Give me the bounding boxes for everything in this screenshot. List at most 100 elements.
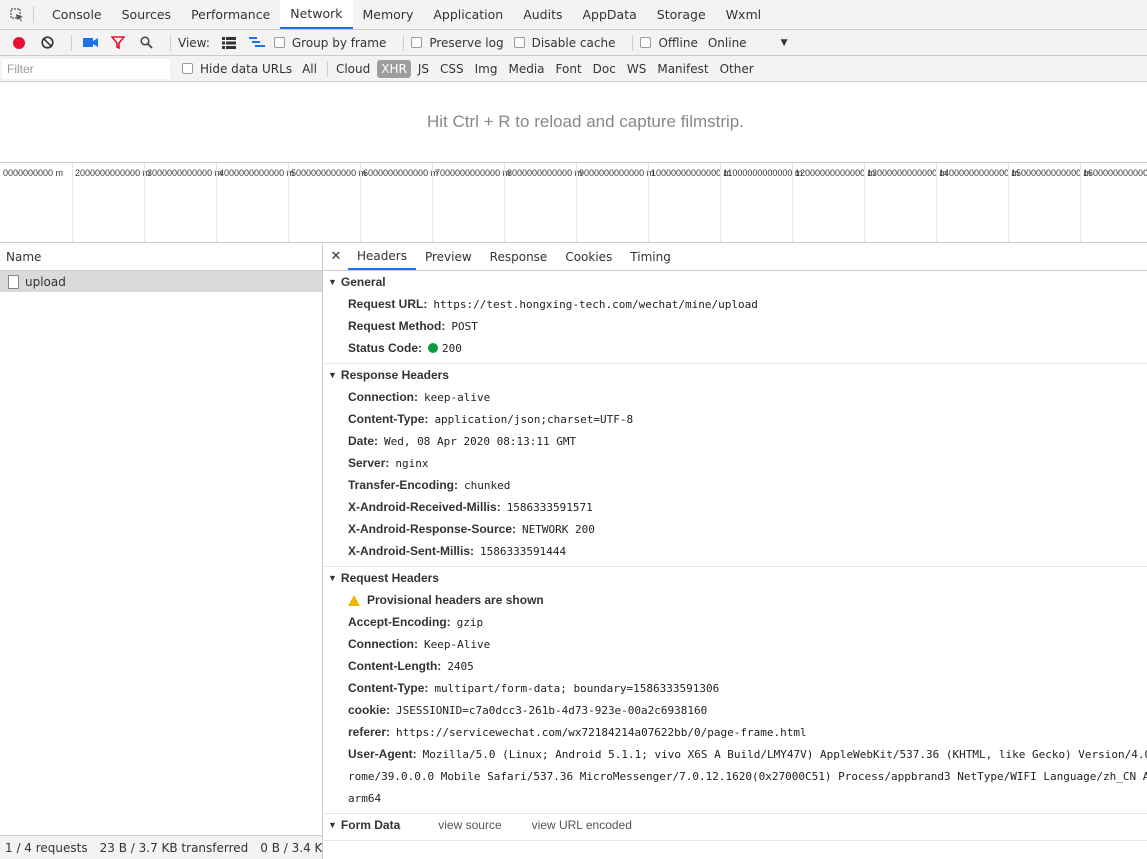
general-section: ▼ General Request URL: https://test.hong…: [324, 271, 1147, 364]
filter-type-js[interactable]: JS: [414, 60, 433, 78]
detail-tab-timing[interactable]: Timing: [621, 243, 680, 270]
tab-storage[interactable]: Storage: [647, 0, 716, 29]
form-data-section: ▼ Form Data view source view URL encoded: [324, 814, 1147, 841]
filter-type-css[interactable]: CSS: [436, 60, 468, 78]
filter-type-ws[interactable]: WS: [623, 60, 650, 78]
tab-wxml[interactable]: Wxml: [716, 0, 771, 29]
filter-input[interactable]: [2, 58, 170, 79]
header-value: gzip: [456, 615, 484, 629]
disable-cache-checkbox[interactable]: Disable cache: [513, 36, 615, 50]
requests-panel: Name upload 1 / 4 requests 23 B / 3.7 KB…: [0, 243, 323, 859]
timeline-divider: [864, 163, 865, 242]
group-by-frame-checkbox[interactable]: Group by frame: [273, 36, 386, 50]
network-toolbar: View: Group by frame Preserve log Disabl…: [0, 30, 1147, 56]
waterfall-overview-icon[interactable]: [246, 32, 268, 54]
detail-tab-cookies[interactable]: Cookies: [556, 243, 621, 270]
throttling-value: Online: [707, 35, 747, 50]
header-key: Date:: [348, 434, 379, 448]
view-source-link[interactable]: view source: [438, 818, 501, 832]
header-key: X-Android-Received-Millis:: [348, 500, 501, 514]
header-row: User-Agent: Mozilla/5.0 (Linux; Android 5…: [324, 743, 1147, 765]
triangle-down-icon: ▼: [328, 820, 337, 830]
preserve-log-checkbox[interactable]: Preserve log: [411, 35, 504, 50]
toolbar-divider: [170, 34, 171, 51]
filter-type-xhr[interactable]: XHR: [377, 59, 411, 78]
offline-checkbox[interactable]: Offline: [640, 35, 698, 50]
tab-network[interactable]: Network: [280, 0, 353, 29]
filter-type-img[interactable]: Img: [471, 60, 502, 78]
panel-tabs: Console Sources Performance Network Memory Ap…: [34, 0, 771, 29]
record-icon[interactable]: [8, 32, 30, 54]
header-row: Server: nginx: [324, 452, 1147, 474]
filter-type-other[interactable]: Other: [716, 60, 758, 78]
screenshot-capture-icon[interactable]: [79, 32, 101, 54]
document-icon: [8, 274, 19, 289]
filter-type-doc[interactable]: Doc: [589, 60, 620, 78]
request-row[interactable]: upload: [0, 271, 322, 292]
general-section-header[interactable]: ▼ General: [324, 271, 1147, 293]
detail-tab-headers[interactable]: Headers: [348, 243, 416, 270]
overview-timeline[interactable]: 0000000000 m 2000000000000 m 3000000000000…: [0, 162, 1147, 243]
tab-audits[interactable]: Audits: [513, 0, 572, 29]
header-value: Keep-Alive: [424, 637, 491, 651]
timeline-tick-label: 0000000000 m: [3, 168, 64, 178]
search-icon[interactable]: [135, 32, 157, 54]
toolbar-divider: [403, 34, 405, 51]
header-value: 1586333591444: [480, 544, 567, 558]
header-value: Wed, 08 Apr 2020 08:13:11 GMT: [384, 434, 577, 448]
header-key: Content-Type:: [348, 412, 429, 426]
clear-icon[interactable]: [36, 32, 58, 54]
triangle-down-icon: ▼: [328, 573, 337, 583]
header-row: Connection: keep-alive: [324, 386, 1147, 408]
detail-tab-preview[interactable]: Preview: [416, 243, 481, 270]
checkbox-box: [411, 37, 423, 48]
timeline-divider: [1080, 163, 1081, 242]
timeline-divider: [144, 163, 145, 242]
response-headers-header[interactable]: ▼ Response Headers: [324, 364, 1147, 386]
filter-type-all[interactable]: All: [298, 60, 321, 78]
response-headers-section: ▼ Response Headers Connection: keep-alive…: [324, 364, 1147, 567]
section-title: General: [340, 275, 386, 289]
view-url-encoded-link[interactable]: view URL encoded: [532, 818, 632, 832]
close-icon[interactable]: ✕: [324, 243, 348, 270]
timeline-tick-label: 4000000000000 m: [219, 168, 295, 178]
header-key: Transfer-Encoding:: [348, 478, 459, 492]
header-row: Content-Length: 2405: [324, 655, 1147, 677]
tab-performance[interactable]: Performance: [181, 0, 280, 29]
header-value: https://test.hongxing-tech.com/wechat/mi…: [433, 297, 758, 311]
header-row: Request Method: POST: [324, 315, 1147, 337]
preserve-log-label: Preserve log: [429, 35, 504, 50]
filter-icon[interactable]: [107, 32, 129, 54]
filter-divider: [326, 60, 328, 77]
filter-type-manifest[interactable]: Manifest: [653, 60, 712, 78]
throttling-select[interactable]: Online ▼: [708, 36, 788, 50]
filter-type-cloud[interactable]: Cloud: [332, 60, 374, 78]
hide-data-urls-checkbox[interactable]: Hide data URLs: [182, 62, 292, 76]
tab-sources[interactable]: Sources: [112, 0, 181, 29]
user-agent-continuation: arm64: [348, 791, 382, 805]
large-rows-icon[interactable]: [218, 32, 240, 54]
hide-data-urls-label: Hide data URLs: [200, 61, 293, 76]
header-value: multipart/form-data; boundary=1586333591…: [434, 681, 720, 695]
name-column-header[interactable]: Name: [0, 243, 322, 271]
header-value: chunked: [464, 478, 511, 492]
detail-tab-response[interactable]: Response: [481, 243, 557, 270]
header-key: Request Method:: [348, 319, 446, 333]
offline-label: Offline: [658, 35, 698, 50]
form-data-header[interactable]: ▼ Form Data view source view URL encoded: [324, 814, 1147, 836]
inspect-element-icon[interactable]: [0, 6, 34, 23]
header-key: Connection:: [348, 637, 418, 651]
tab-appdata[interactable]: AppData: [572, 0, 646, 29]
filter-type-media[interactable]: Media: [504, 60, 548, 78]
request-name: upload: [25, 274, 66, 289]
filter-type-font[interactable]: Font: [552, 60, 586, 78]
request-headers-header[interactable]: ▼ Request Headers: [324, 567, 1147, 589]
header-key: Server:: [348, 456, 390, 470]
tab-memory[interactable]: Memory: [353, 0, 424, 29]
filmstrip-hint: Hit Ctrl + R to reload and capture films…: [427, 112, 744, 131]
timeline-tick-label: 16000000000000 m: [1083, 168, 1147, 178]
tab-application[interactable]: Application: [423, 0, 513, 29]
header-key: X-Android-Response-Source:: [348, 522, 517, 536]
tab-console[interactable]: Console: [42, 0, 112, 29]
header-row: Transfer-Encoding: chunked: [324, 474, 1147, 496]
